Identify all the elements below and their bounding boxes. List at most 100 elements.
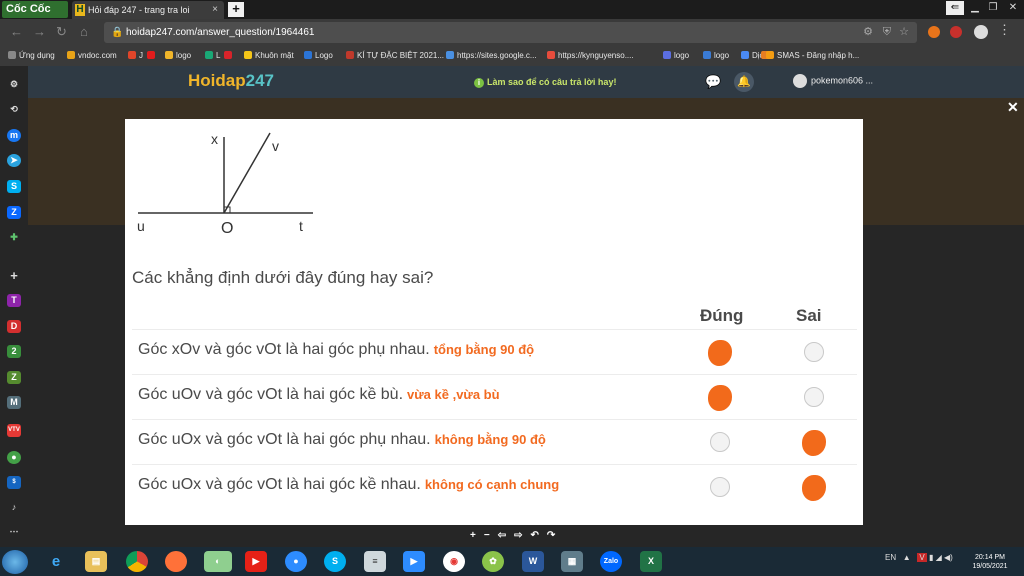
telegram-icon[interactable]: ➤ — [7, 154, 21, 167]
reload-icon[interactable]: ↻ — [56, 24, 67, 40]
chat-icon[interactable]: 💬 — [705, 74, 721, 90]
bookmark-item[interactable]: Logo — [304, 51, 333, 60]
bookmark-item[interactable]: Ứng dụng — [8, 51, 55, 60]
tip-link[interactable]: i Làm sao để có câu trả lời hay! — [474, 77, 616, 88]
coccoc-taskbar-icon[interactable]: ◐ — [204, 551, 232, 572]
zalo-icon[interactable]: Z — [7, 206, 21, 219]
notification-bell-icon[interactable]: ♪ — [7, 501, 21, 514]
home-icon[interactable]: ⌂ — [80, 24, 88, 39]
vtv-icon[interactable]: VTV — [7, 424, 21, 437]
answer-mark-true[interactable] — [708, 340, 732, 366]
shield-icon[interactable]: ⛨ — [883, 22, 891, 43]
extension-icon[interactable]: ⚙ — [863, 22, 873, 43]
app-d-icon[interactable]: D — [7, 320, 21, 333]
radio-false[interactable] — [804, 387, 824, 407]
bookmark-item[interactable]: L — [205, 51, 220, 60]
zalo-taskbar-icon[interactable]: Zalo — [600, 551, 622, 572]
app-sale-icon[interactable]: $ — [7, 476, 21, 489]
bookmark-item[interactable]: vndoc.com — [67, 51, 117, 60]
notification-bell-icon[interactable]: 🔔 — [734, 72, 754, 92]
bookmark-item[interactable]: https://sites.google.c... — [446, 51, 537, 60]
start-button[interactable] — [2, 550, 28, 574]
bookmark-item[interactable] — [147, 51, 158, 60]
radio-false[interactable] — [804, 342, 824, 362]
answer-mark-false[interactable] — [802, 475, 826, 501]
back-extension-icon[interactable]: ⇚ — [946, 1, 964, 15]
firefox-icon[interactable] — [165, 551, 187, 572]
bookmark-item[interactable]: Khuôn mặt — [244, 51, 294, 60]
browser-tab[interactable]: H Hỏi đáp 247 - trang tra loi × — [72, 1, 224, 19]
bookmark-label: L — [216, 51, 221, 60]
zoom-in-icon[interactable]: + — [470, 530, 476, 541]
app-z-icon[interactable]: Z — [7, 371, 21, 384]
more-dots-icon[interactable]: ⋯ — [7, 525, 21, 538]
new-tab-button[interactable]: + — [228, 2, 244, 17]
language-indicator[interactable]: EN — [885, 553, 896, 562]
adblock-extension-icon[interactable] — [950, 26, 962, 38]
restore-window-icon[interactable]: ❐ — [984, 1, 1002, 15]
gamepad-icon[interactable]: ✚ — [7, 231, 21, 244]
ie-icon[interactable]: e — [45, 551, 67, 572]
bookmark-item[interactable]: J — [128, 51, 143, 60]
close-modal-icon[interactable]: ✕ — [1007, 99, 1019, 116]
bookmark-item[interactable]: logo — [703, 51, 729, 60]
bookmark-item[interactable]: SMAS - Đăng nhập h... — [766, 51, 859, 60]
bookmark-star-icon[interactable]: ☆ — [899, 22, 909, 43]
paint-icon[interactable]: ✿ — [482, 551, 504, 572]
menu-dots-icon[interactable]: ⋮ — [998, 22, 1011, 38]
excel-icon[interactable]: X — [640, 551, 662, 572]
bookmark-item[interactable]: logo — [165, 51, 191, 60]
radio-true[interactable] — [710, 432, 730, 452]
chrome-icon[interactable] — [126, 551, 148, 572]
coccoc-menu-button[interactable]: Cốc Cốc — [2, 1, 68, 18]
bookmark-item[interactable]: KÍ TỰ ĐẶC BIỆT 2021... — [346, 51, 444, 60]
app-m-icon[interactable]: M — [7, 396, 21, 409]
zoom-out-icon[interactable]: − — [484, 530, 490, 541]
youtube-icon[interactable]: ▶ — [245, 551, 267, 572]
profile-avatar-icon[interactable] — [974, 25, 988, 39]
bookmark-favicon-icon — [446, 51, 454, 59]
zoom-icon[interactable]: ● — [285, 551, 307, 572]
bookmark-item[interactable] — [224, 51, 235, 60]
hoidap247-logo[interactable]: Hoidap247 — [188, 71, 274, 91]
tab-close-button[interactable]: × — [212, 1, 218, 19]
forward-arrow-icon[interactable]: → — [33, 24, 46, 39]
url-field[interactable]: 🔒 hoidap247.com/answer_question/1964461 … — [104, 22, 917, 43]
app-leaf-icon[interactable]: ● — [7, 451, 21, 464]
skype-icon[interactable]: S — [7, 180, 21, 193]
file-explorer-icon[interactable]: ▤ — [85, 551, 107, 572]
rotate-left-icon[interactable]: ↶ — [530, 530, 538, 541]
prev-icon[interactable]: ⇦ — [498, 530, 506, 541]
close-window-icon[interactable]: ✕ — [1004, 1, 1022, 15]
user-menu[interactable]: pokemon606 ... — [793, 74, 873, 88]
column-header-false: Sai — [796, 306, 822, 325]
coccoc-extension-icon[interactable] — [928, 26, 940, 38]
bookmark-item[interactable]: https://kynguyenso.... — [547, 51, 634, 60]
notepad-icon[interactable]: ≡ — [364, 551, 386, 572]
answer-mark-false[interactable] — [802, 430, 826, 456]
back-arrow-icon[interactable]: ← — [10, 24, 23, 39]
radio-true[interactable] — [710, 477, 730, 497]
minimize-window-icon[interactable]: ▁ — [966, 1, 984, 15]
zoom-meeting-icon[interactable]: ▶ — [403, 551, 425, 572]
bookmark-item[interactable]: logo — [663, 51, 689, 60]
next-icon[interactable]: ⇨ — [514, 530, 522, 541]
system-tray[interactable]: EN ▲ V ▮ ◢ ◀) — [885, 553, 953, 562]
calculator-icon[interactable]: ▦ — [561, 551, 583, 572]
settings-gear-icon[interactable]: ⚙ — [7, 78, 21, 91]
rotate-right-icon[interactable]: ↷ — [547, 530, 555, 541]
tray-v-icon[interactable]: V — [917, 553, 927, 562]
label-v: v — [272, 138, 279, 154]
app-2-icon[interactable]: 2 — [7, 345, 21, 358]
skype-taskbar-icon[interactable]: S — [324, 551, 346, 572]
add-app-icon[interactable]: + — [7, 269, 21, 282]
bookmark-favicon-icon — [766, 51, 774, 59]
answer-mark-true[interactable] — [708, 385, 732, 411]
lock-icon: 🔒 — [111, 27, 124, 38]
history-icon[interactable]: ⟲ — [7, 103, 21, 116]
word-icon[interactable]: W — [522, 551, 544, 572]
taskbar-clock[interactable]: 20:14 PM 19/05/2021 — [966, 553, 1014, 571]
messenger-icon[interactable]: m — [7, 129, 21, 142]
app-t-icon[interactable]: T — [7, 294, 21, 307]
picasa-icon[interactable]: ◉ — [443, 551, 465, 572]
